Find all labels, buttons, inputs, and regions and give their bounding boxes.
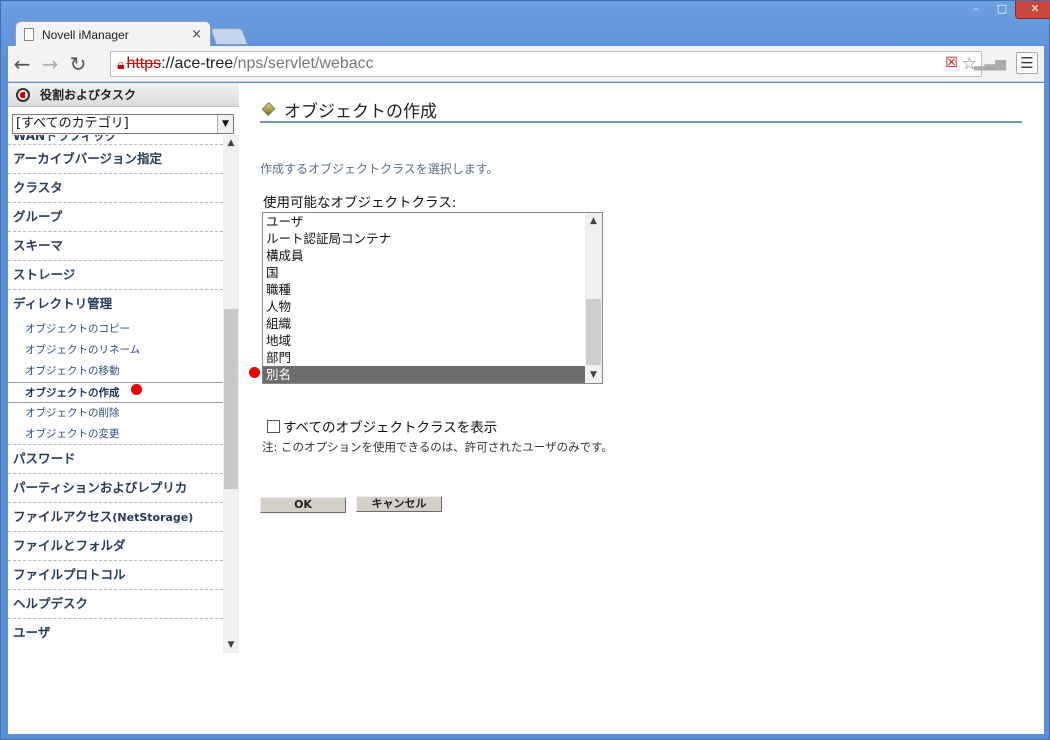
available-classes-label: 使用可能なオブジェクトクラス:: [263, 195, 457, 211]
roles-tasks-icon: [16, 87, 30, 102]
nav-item-file-access-suffix: (NetStorage): [112, 511, 194, 524]
signal-bars-icon[interactable]: ▂▃▅: [974, 55, 1006, 71]
nav-item-schema[interactable]: スキーマ: [8, 232, 223, 261]
object-class-listbox[interactable]: ユーザ ルート認証局コンテナ 構成員 国 職種 人物 組織 地域 部門 別名 ▲…: [262, 212, 603, 384]
category-select-value: [すべてのカテゴリ]: [16, 116, 129, 131]
object-class-option[interactable]: 構成員: [263, 247, 587, 264]
nav-item-archive-version[interactable]: アーカイブバージョン指定: [8, 145, 223, 174]
url-scheme: https: [126, 55, 162, 72]
nav-item-password[interactable]: パスワード: [8, 445, 223, 474]
permission-note: 注: このオプションを使用できるのは、許可されたユーザのみです。: [262, 440, 613, 454]
nav-item-group[interactable]: グループ: [8, 203, 223, 232]
scroll-down-icon[interactable]: ▼: [585, 367, 602, 383]
reload-icon[interactable]: ↻: [64, 52, 92, 76]
tab-title: Novell iManager: [42, 27, 129, 42]
show-all-label: すべてのオブジェクトクラスを表示: [283, 420, 498, 436]
roles-tasks-title: 役割およびタスク: [40, 88, 137, 102]
nav-sub-copy-object[interactable]: オブジェクトのコピー: [8, 319, 223, 340]
object-class-option[interactable]: 組織: [263, 315, 587, 332]
nav-item-file-access-label: ファイルアクセス: [13, 509, 113, 524]
show-all-checkbox[interactable]: [267, 419, 280, 433]
nav-item-directory-admin[interactable]: ディレクトリ管理: [8, 290, 223, 319]
object-class-option[interactable]: ユーザ: [263, 213, 587, 230]
url-path: /nps/servlet/webacc: [233, 55, 374, 72]
roles-tasks-panel: 役割およびタスク [すべてのカテゴリ] ▼ WANトラフィック アーカイブバージ…: [8, 83, 239, 653]
browser-toolbar: ← → ↻ 🔒︎ https://ace-tree/nps/servlet/we…: [8, 46, 1044, 82]
nav-sub-move-object[interactable]: オブジェクトの移動: [8, 361, 223, 382]
forward-arrow-icon[interactable]: →: [36, 52, 64, 76]
nav-item-helpdesk[interactable]: ヘルプデスク: [8, 590, 223, 619]
minimize-button[interactable]: –: [963, 1, 989, 19]
back-arrow-icon[interactable]: ←: [8, 52, 36, 76]
page-icon: [24, 28, 34, 41]
show-all-classes-option[interactable]: すべてのオブジェクトクラスを表示: [267, 416, 497, 436]
scroll-down-icon[interactable]: ▼: [223, 637, 239, 653]
listbox-scrollbar[interactable]: ▲ ▼: [585, 213, 602, 383]
nav-scrollbar[interactable]: ▲ ▼: [223, 135, 239, 653]
object-class-option[interactable]: 人物: [263, 298, 587, 315]
scroll-up-icon[interactable]: ▲: [585, 213, 602, 229]
maximize-button[interactable]: □: [989, 1, 1015, 19]
chevron-down-icon[interactable]: ▼: [217, 115, 233, 133]
insecure-lock-icon[interactable]: 🔒︎: [117, 56, 124, 73]
nav-item-file-access[interactable]: ファイルアクセス(NetStorage): [8, 503, 223, 532]
cancel-button[interactable]: キャンセル: [356, 496, 442, 512]
nav-sub-modify-object[interactable]: オブジェクトの変更: [8, 424, 223, 445]
nav-sub-delete-object[interactable]: オブジェクトの削除: [8, 403, 223, 424]
nav-sub-rename-object[interactable]: オブジェクトのリネーム: [8, 340, 223, 361]
object-cube-icon: [261, 102, 276, 116]
listbox-scroll-thumb[interactable]: [586, 299, 601, 365]
blocked-content-icon[interactable]: ☒: [945, 54, 958, 74]
nav-item-user[interactable]: ユーザ: [8, 619, 223, 648]
object-class-option[interactable]: ルート認証局コンテナ: [263, 230, 587, 247]
annotation-marker-dot: [249, 367, 260, 378]
page-content: 役割およびタスク [すべてのカテゴリ] ▼ WANトラフィック アーカイブバージ…: [8, 83, 1044, 734]
nav-sub-create-object[interactable]: オブジェクトの作成: [8, 382, 223, 403]
category-select[interactable]: [すべてのカテゴリ] ▼: [12, 114, 234, 134]
page-title: オブジェクトの作成: [284, 101, 437, 122]
chrome-menu-icon[interactable]: ☰: [1016, 52, 1038, 74]
nav-scroll-thumb[interactable]: [224, 309, 238, 489]
object-class-option[interactable]: 部門: [263, 349, 587, 366]
scroll-up-icon[interactable]: ▲: [223, 135, 239, 151]
close-window-button[interactable]: ✕: [1015, 1, 1050, 19]
nav-item-partition-replica[interactable]: パーティションおよびレプリカ: [8, 474, 223, 503]
object-class-option-selected[interactable]: 別名: [263, 366, 587, 383]
nav-item-files-folders[interactable]: ファイルとフォルダ: [8, 532, 223, 561]
object-class-option[interactable]: 国: [263, 264, 587, 281]
tab-close-icon[interactable]: ×: [191, 27, 202, 42]
browser-window: – □ ✕ Novell iManager × ← → ↻ 🔒︎ https:/…: [0, 0, 1050, 740]
roles-tasks-header[interactable]: 役割およびタスク: [8, 83, 239, 107]
instruction-text: 作成するオブジェクトクラスを選択します。: [260, 162, 499, 176]
object-class-option[interactable]: 地域: [263, 332, 587, 349]
url-host: ://ace-tree: [161, 55, 234, 72]
nav-item-cluster[interactable]: クラスタ: [8, 174, 223, 203]
address-bar[interactable]: 🔒︎ https://ace-tree/nps/servlet/webacc ☒…: [110, 51, 982, 77]
ok-button[interactable]: OK: [260, 497, 346, 513]
nav-item-file-protocol[interactable]: ファイルプロトコル: [8, 561, 223, 590]
task-nav-list: WANトラフィック アーカイブバージョン指定 クラスタ グループ スキーマ スト…: [8, 135, 223, 653]
new-tab-button[interactable]: [209, 28, 249, 45]
page-title-bar: オブジェクトの作成: [260, 97, 1022, 123]
window-controls: – □ ✕: [963, 1, 1050, 19]
annotation-marker-dot: [131, 384, 142, 395]
browser-tab[interactable]: Novell iManager ×: [15, 21, 211, 47]
nav-item-storage[interactable]: ストレージ: [8, 261, 223, 290]
object-class-option[interactable]: 職種: [263, 281, 587, 298]
nav-item-partial[interactable]: WANトラフィック: [8, 135, 223, 145]
